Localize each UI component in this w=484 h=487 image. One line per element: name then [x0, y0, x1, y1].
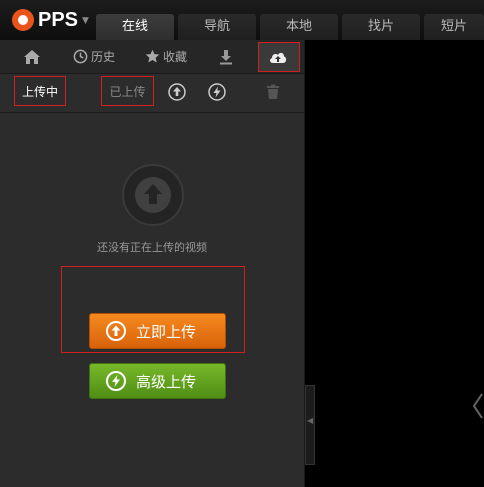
logo-text: PPS: [38, 8, 79, 31]
download-icon: [220, 49, 232, 64]
tab-uploaded[interactable]: 已上传: [101, 76, 154, 106]
tab-online[interactable]: 在线: [96, 14, 174, 40]
history-button[interactable]: 历史: [73, 40, 115, 73]
tab-find-film[interactable]: 找片: [342, 14, 420, 40]
chevron-left-icon: ◀: [307, 416, 314, 425]
lightning-circle-icon: [106, 371, 126, 391]
upload-circle-icon[interactable]: [168, 83, 186, 101]
chevron-down-icon[interactable]: ▼: [82, 16, 89, 26]
top-bar: PPS ▼ 在线 导航 本地 找片 短片: [0, 0, 484, 40]
pps-logo-icon: [12, 9, 34, 31]
sub-nav: 历史 收藏: [0, 40, 304, 74]
empty-state-message: 还没有正在上传的视频: [97, 241, 207, 254]
lightning-circle-icon[interactable]: [208, 83, 226, 101]
upload-arrow-icon: [135, 177, 171, 213]
cloud-upload-icon: [269, 52, 286, 63]
tab-uploading[interactable]: 上传中: [14, 76, 66, 106]
side-panel: 历史 收藏 上传中 已上传 还没有正在上传的视频 立即上传 高级上传: [0, 40, 305, 487]
home-icon: [24, 49, 40, 64]
chevron-left-icon[interactable]: [472, 392, 484, 420]
home-button[interactable]: [23, 40, 44, 73]
tab-navigation[interactable]: 导航: [178, 14, 256, 40]
clock-icon: [73, 49, 88, 64]
cloud-upload-button[interactable]: [258, 42, 300, 72]
pps-logo[interactable]: PPS ▼: [12, 8, 89, 32]
upload-toolbar: 上传中 已上传: [0, 74, 304, 113]
tab-short-film[interactable]: 短片: [424, 14, 484, 40]
star-icon: [145, 49, 160, 63]
empty-upload-illustration: [122, 164, 184, 226]
download-button[interactable]: [218, 40, 237, 73]
tab-local[interactable]: 本地: [260, 14, 338, 40]
advanced-upload-button[interactable]: 高级上传: [89, 363, 226, 399]
history-label: 历史: [91, 50, 116, 64]
advanced-upload-label: 高级上传: [136, 372, 197, 391]
trash-icon[interactable]: [264, 83, 282, 101]
highlight-box: [61, 266, 245, 353]
panel-collapse-handle[interactable]: ◀: [305, 385, 315, 465]
favorites-label: 收藏: [163, 50, 188, 64]
favorites-button[interactable]: 收藏: [145, 40, 187, 73]
